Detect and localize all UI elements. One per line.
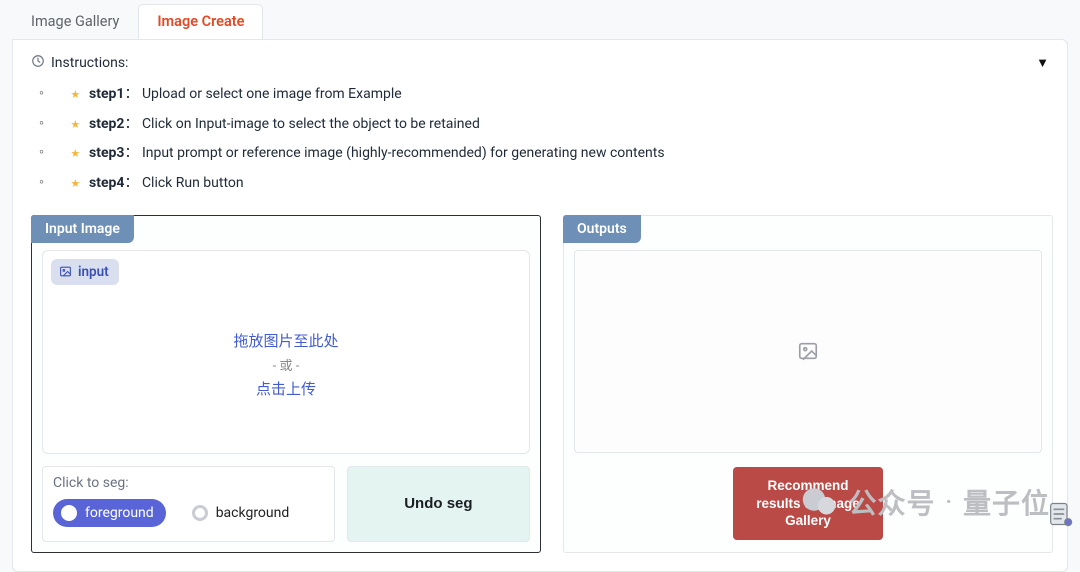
- input-chip: input: [51, 259, 119, 285]
- star-icon: [70, 87, 80, 104]
- instruction-step: step1： Upload or select one image from E…: [39, 80, 1049, 110]
- input-image-title: Input Image: [31, 215, 134, 243]
- step-sep: ：: [124, 116, 138, 132]
- tab-bar: Image Gallery Image Create: [0, 0, 1080, 39]
- step-text: Click on Input-image to select the objec…: [142, 116, 480, 132]
- seg-label: Click to seg:: [53, 475, 324, 491]
- input-chip-label: input: [78, 264, 109, 280]
- upload-or-text: - 或 -: [273, 355, 300, 374]
- radio-foreground[interactable]: foreground: [53, 499, 166, 527]
- radio-background[interactable]: background: [184, 499, 302, 527]
- outputs-panel: Outputs Recommend results to Image Galle…: [563, 215, 1053, 553]
- clock-icon: [31, 54, 45, 72]
- tab-image-gallery[interactable]: Image Gallery: [12, 4, 138, 39]
- radio-dot-icon: [192, 505, 208, 521]
- document-corner-icon: [1046, 500, 1074, 528]
- upload-click-text: 点击上传: [256, 378, 316, 399]
- instructions-title: Instructions:: [51, 55, 128, 71]
- star-icon: [70, 117, 80, 134]
- instructions-list: step1： Upload or select one image from E…: [31, 80, 1049, 199]
- step-text: Input prompt or reference image (highly-…: [142, 145, 665, 161]
- recommend-button[interactable]: Recommend results to Image Gallery: [733, 467, 883, 540]
- instructions-header[interactable]: Instructions: ▼: [31, 54, 1049, 72]
- output-image-box: [574, 250, 1042, 453]
- step-label: step3: [89, 145, 124, 161]
- instruction-step: step2： Click on Input-image to select th…: [39, 110, 1049, 140]
- step-label: step2: [89, 116, 124, 132]
- segmentation-controls: Click to seg: foreground background: [42, 466, 335, 542]
- input-image-panel: Input Image input 拖放图片至此处 - 或 - 点击上传: [31, 215, 541, 553]
- step-sep: ：: [124, 175, 138, 191]
- recommend-line2: results to Image: [756, 496, 860, 511]
- instruction-step: step3： Input prompt or reference image (…: [39, 139, 1049, 169]
- recommend-line3: Gallery: [785, 513, 831, 528]
- tab-image-create[interactable]: Image Create: [138, 4, 263, 39]
- instruction-step: step4： Click Run button: [39, 169, 1049, 199]
- step-text: Click Run button: [142, 175, 244, 191]
- step-sep: ：: [124, 145, 138, 161]
- outputs-title: Outputs: [563, 215, 641, 243]
- radio-background-label: background: [216, 505, 290, 521]
- undo-seg-button[interactable]: Undo seg: [347, 466, 530, 542]
- step-text: Upload or select one image from Example: [142, 86, 402, 102]
- image-icon: [59, 265, 72, 278]
- star-icon: [70, 176, 80, 193]
- radio-dot-icon: [61, 505, 77, 521]
- image-placeholder-icon: [797, 340, 819, 362]
- step-label: step4: [89, 175, 124, 191]
- upload-instructions[interactable]: 拖放图片至此处 - 或 - 点击上传: [51, 285, 521, 445]
- collapse-icon[interactable]: ▼: [1036, 55, 1049, 71]
- step-label: step1: [89, 86, 124, 102]
- recommend-line1: Recommend: [767, 478, 848, 493]
- step-sep: ：: [124, 86, 138, 102]
- upload-drop-text: 拖放图片至此处: [233, 330, 338, 351]
- radio-foreground-label: foreground: [85, 505, 154, 521]
- image-create-panel: Instructions: ▼ step1： Upload or select …: [12, 39, 1068, 572]
- upload-box[interactable]: input 拖放图片至此处 - 或 - 点击上传: [42, 250, 530, 454]
- star-icon: [70, 147, 80, 164]
